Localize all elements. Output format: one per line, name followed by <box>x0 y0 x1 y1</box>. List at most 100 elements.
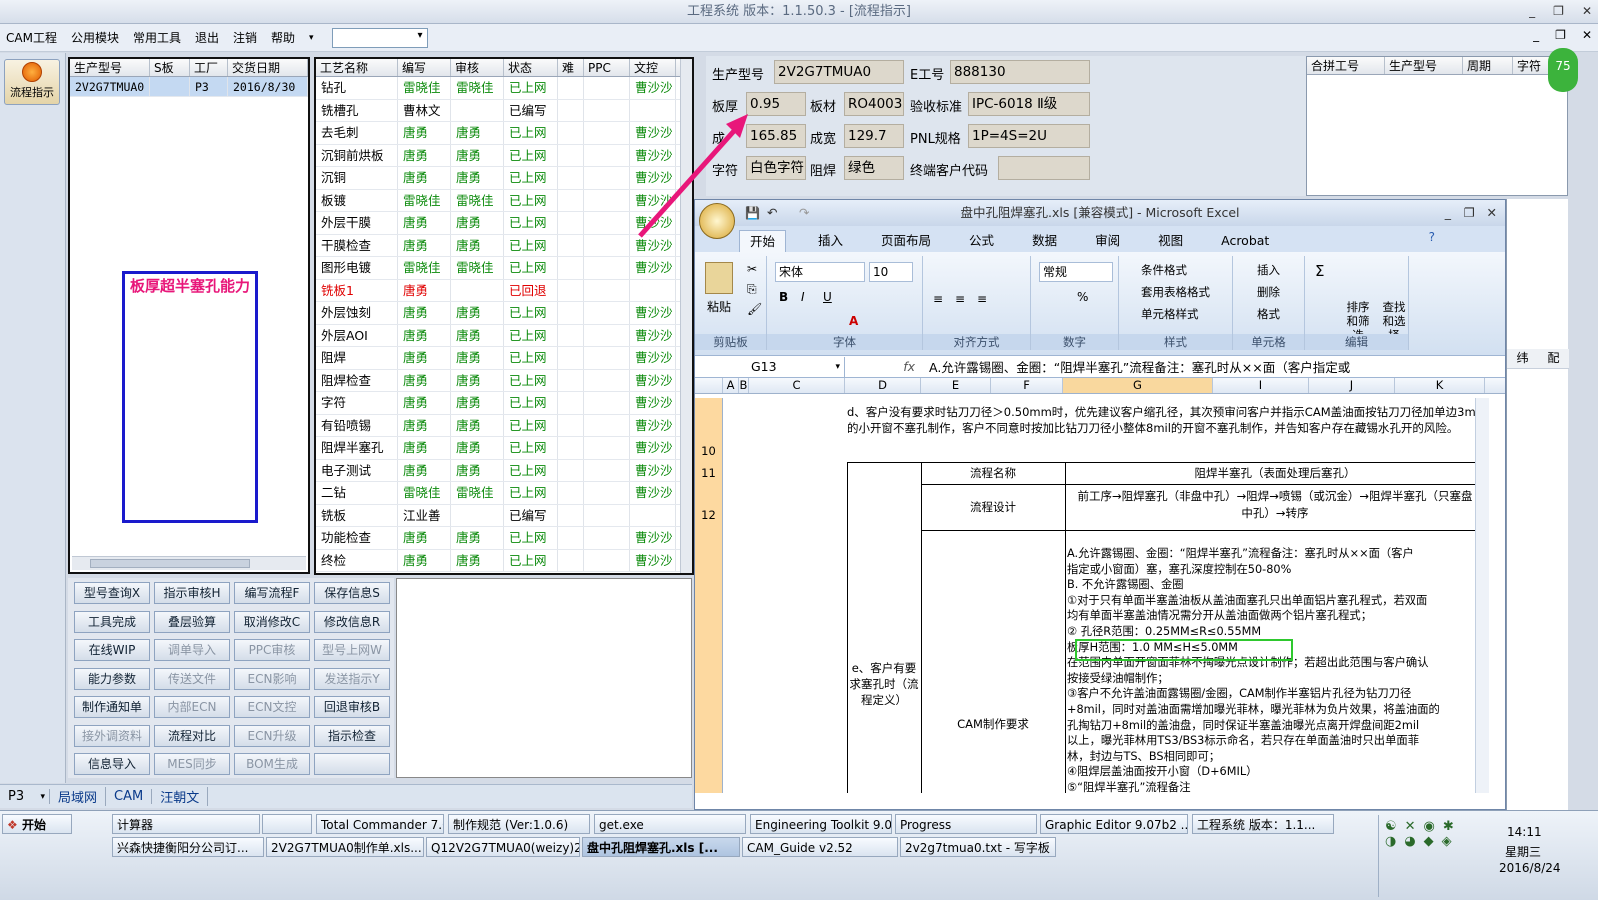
col-C[interactable]: C <box>749 378 845 393</box>
col-merge-model[interactable]: 生产型号 <box>1385 57 1463 74</box>
taskbar-item[interactable]: 计算器 <box>112 814 260 834</box>
help-icon[interactable]: ? <box>1429 230 1435 244</box>
excel-minimize-icon[interactable]: _ <box>1445 200 1451 226</box>
excel-restore-icon[interactable]: ❐ <box>1464 200 1475 226</box>
header-name-cell[interactable]: 流程名称 <box>921 462 1065 484</box>
percent-icon[interactable]: % <box>1077 290 1088 304</box>
cust-field[interactable] <box>998 156 1090 180</box>
col-writer[interactable]: 编写 <box>398 59 451 76</box>
delete-cells-button[interactable]: 删除 <box>1257 284 1280 300</box>
menu-more-icon[interactable]: ▾ <box>309 33 314 43</box>
process-row[interactable]: 钻孔 雷晓佳 雷晓佳 已上网 曹沙沙 <box>316 77 692 100</box>
col-E[interactable]: E <box>921 378 991 393</box>
material-field[interactable]: RO4003C <box>844 92 904 116</box>
action-button[interactable]: 叠层验算 <box>154 610 230 633</box>
align-right-icon[interactable]: ≡ <box>977 292 987 306</box>
format-painter-icon[interactable]: 🖌 <box>747 302 762 316</box>
action-button[interactable]: 能力参数 <box>74 667 150 690</box>
save-icon[interactable]: 💾 <box>745 200 760 226</box>
process-row[interactable]: 字符 唐勇 唐勇 已上网 曹沙沙 <box>316 392 692 415</box>
width-field[interactable]: 129.7 <box>844 124 904 148</box>
design-value-cell[interactable]: 前工序→阻焊塞孔（非盘中孔）→阻焊→喷锡（或沉金）→阻焊半塞孔（只塞盘中孔）→转… <box>1073 488 1477 522</box>
process-row[interactable]: 阻焊检查 唐勇 唐勇 已上网 曹沙沙 <box>316 369 692 392</box>
model-hscroll[interactable] <box>72 556 306 570</box>
process-row[interactable]: 电子测试 唐勇 唐勇 已上网 曹沙沙 <box>316 459 692 482</box>
table-format-button[interactable]: 套用表格格式 <box>1141 284 1210 300</box>
col-I[interactable]: I <box>1213 378 1309 393</box>
action-button[interactable]: 工具完成 <box>74 610 150 633</box>
menu-tools[interactable]: 常用工具 <box>133 29 181 46</box>
row-header-10[interactable]: 10 <box>695 398 723 462</box>
header-value-cell[interactable]: 阻焊半塞孔（表面处理后塞孔） <box>1065 462 1485 484</box>
cell-style-button[interactable]: 单元格样式 <box>1141 306 1199 322</box>
fx-icon[interactable]: fx <box>845 359 925 374</box>
col-J[interactable]: J <box>1309 378 1395 393</box>
process-row[interactable]: 二钻 雷晓佳 雷晓佳 已上网 曹沙沙 <box>316 482 692 505</box>
status-tab-user[interactable]: 汪朝文 <box>152 787 209 806</box>
action-button[interactable]: 在线WIP <box>74 639 150 661</box>
mdi-close-icon[interactable]: ✕ <box>1582 28 1592 42</box>
taskbar-item[interactable]: Q12V2G7TMUA0(weizy)2... <box>426 837 580 857</box>
align-center-icon[interactable]: ≡ <box>955 292 965 306</box>
e-no-field[interactable]: 888130 <box>950 60 1090 84</box>
col-A[interactable]: A <box>723 378 739 393</box>
process-row[interactable]: 外层蚀刻 唐勇 唐勇 已上网 曹沙沙 <box>316 302 692 325</box>
font-size-select[interactable]: 10 <box>869 262 913 282</box>
taskbar-item[interactable]: 盘中孔阻焊塞孔.xls [... <box>582 837 740 857</box>
action-button[interactable]: 型号查询X <box>74 582 150 604</box>
menu-cam[interactable]: CAM工程 <box>6 29 57 46</box>
col-ppc[interactable]: PPC <box>584 59 630 76</box>
italic-icon[interactable]: I <box>801 290 805 304</box>
action-button[interactable]: 指示审核H <box>154 582 230 604</box>
tab-insert[interactable]: 插入 <box>812 230 849 252</box>
action-button[interactable]: 流程对比 <box>154 724 230 747</box>
taskbar-item[interactable] <box>262 814 312 834</box>
minimize-icon[interactable]: _ <box>1529 0 1535 24</box>
col-model[interactable]: 生产型号 <box>70 59 150 76</box>
row-header-11[interactable]: 11 <box>695 462 723 484</box>
insert-cells-button[interactable]: 插入 <box>1257 262 1280 278</box>
sum-icon[interactable]: Σ <box>1315 262 1324 280</box>
col-reviewer[interactable]: 审核 <box>451 59 504 76</box>
align-left-icon[interactable]: ≡ <box>933 292 943 306</box>
process-row[interactable]: 阻焊 唐勇 唐勇 已上网 曹沙沙 <box>316 347 692 370</box>
e-text-cell[interactable]: e、客户有要求塞孔时（流程定义） <box>849 660 919 708</box>
row-header-12[interactable]: 12 <box>695 484 723 530</box>
number-format-select[interactable]: 常规 <box>1039 262 1113 282</box>
taskbar-item[interactable]: 2V2G7TMUA0制作单.xls... <box>266 837 424 857</box>
underline-icon[interactable]: U <box>823 290 832 304</box>
col-merge-no[interactable]: 合拼工号 <box>1307 57 1385 74</box>
taskbar-item[interactable]: Graphic Editor 9.07b2 ... <box>1040 814 1188 834</box>
taskbar-item[interactable]: 2v2g7tmua0.txt - 写字板 <box>900 837 1056 857</box>
process-row[interactable]: 图形电镀 雷晓佳 雷晓佳 已上网 曹沙沙 <box>316 257 692 280</box>
col-F[interactable]: F <box>991 378 1063 393</box>
tab-data[interactable]: 数据 <box>1026 230 1063 252</box>
paste-button[interactable]: 粘贴 <box>707 298 731 315</box>
menu-exit[interactable]: 退出 <box>195 29 219 46</box>
office-button[interactable] <box>699 203 735 239</box>
col-G[interactable]: G <box>1063 378 1213 393</box>
col-K[interactable]: K <box>1395 378 1485 393</box>
action-button[interactable]: 信息导入 <box>74 753 150 775</box>
flow-indicator-button[interactable]: 流程指示 <box>4 59 60 105</box>
status-tab-lan[interactable]: 局域网 <box>50 787 107 806</box>
action-button[interactable]: 编写流程F <box>234 582 310 604</box>
action-button[interactable]: 取消修改C <box>234 610 310 633</box>
menu-common-module[interactable]: 公用模块 <box>71 29 119 46</box>
select-all[interactable] <box>695 378 723 393</box>
cam-requirements-cell[interactable]: A.允许露锡圈、金圈：“阻焊半塞孔”流程备注：塞孔时从××面（客户 指定或小窗面）… <box>1067 546 1483 793</box>
tab-review[interactable]: 审阅 <box>1089 230 1126 252</box>
process-row[interactable]: 功能检查 唐勇 唐勇 已上网 曹沙沙 <box>316 527 692 550</box>
taskbar-item[interactable]: 制作规范 (Ver:1.0.6) <box>448 814 590 834</box>
cut-icon[interactable]: ✂ <box>747 262 757 276</box>
col-s[interactable]: S板 <box>150 59 190 76</box>
status-tab-cam[interactable]: CAM <box>106 789 153 804</box>
mask-field[interactable]: 绿色 <box>844 156 904 180</box>
close-icon[interactable]: ✕ <box>1582 0 1592 24</box>
action-button[interactable]: 保存信息S <box>314 582 390 604</box>
font-name-select[interactable]: 宋体 <box>775 262 865 282</box>
taskbar-item[interactable]: Total Commander 7.0 ... <box>316 814 444 834</box>
name-box[interactable]: G13 ▾ <box>695 356 845 377</box>
paste-icon[interactable] <box>705 262 733 294</box>
font-color-icon[interactable]: A <box>849 314 858 328</box>
